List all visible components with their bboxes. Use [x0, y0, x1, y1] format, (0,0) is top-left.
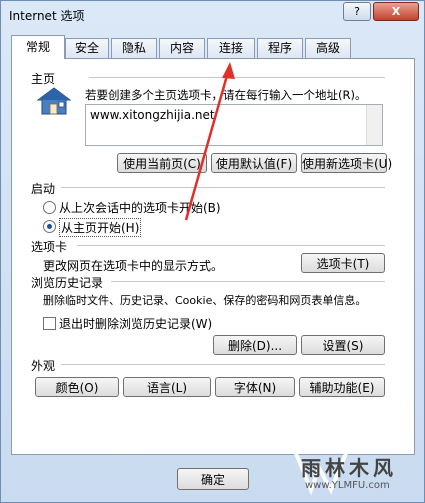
internet-options-window: Internet 选项 ? X 常规 安全 隐私 内容 连接 程序 高级 主页 … [0, 0, 425, 503]
home-section-title: 主页 [31, 72, 56, 86]
ok-button[interactable]: 确定 [177, 468, 249, 490]
history-settings-button[interactable]: 设置(S) [301, 335, 385, 355]
tab-content[interactable]: 内容 [159, 38, 205, 58]
startup-home-page-label: 从主页开始(H) [59, 218, 142, 237]
use-new-tab-button[interactable]: 使用新选项卡(U) [301, 153, 392, 173]
use-current-button[interactable]: 使用当前页(C) [117, 153, 207, 173]
tabs-section-title: 选项卡 [31, 240, 68, 254]
home-url-value: www.xitongzhijia.net [90, 108, 215, 122]
watermark-url: www.YLMFU.com [305, 480, 390, 491]
tab-connections[interactable]: 连接 [207, 38, 255, 58]
tabs-settings-button[interactable]: 选项卡(T) [301, 253, 385, 273]
tab-advanced[interactable]: 高级 [305, 38, 351, 58]
home-description: 若要创建多个主页选项卡，请在每行输入一个地址(R)。 [85, 88, 367, 102]
appearance-section-title: 外观 [31, 359, 56, 373]
window-title: Internet 选项 [9, 9, 85, 23]
tab-general[interactable]: 常规 [11, 35, 65, 59]
delete-on-exit-checkbox[interactable] [43, 317, 56, 330]
languages-button[interactable]: 语言(L) [123, 377, 211, 397]
watermark: 雨林木风 www.YLMFU.com [289, 438, 419, 498]
history-section-title: 浏览历史记录 [31, 276, 104, 290]
delete-history-button[interactable]: 删除(D)... [213, 335, 297, 355]
startup-section-title: 启动 [31, 182, 56, 196]
title-bar: Internet 选项 ? X [1, 1, 424, 29]
home-icon [37, 87, 71, 115]
fonts-button[interactable]: 字体(N) [215, 377, 295, 397]
startup-divider [61, 187, 385, 188]
home-url-textarea[interactable]: www.xitongzhijia.net [85, 104, 383, 146]
tab-programs[interactable]: 程序 [257, 38, 303, 58]
startup-last-session-radio[interactable] [43, 201, 56, 214]
tab-security[interactable]: 安全 [65, 38, 109, 58]
tabs-description: 更改网页在选项卡中的显示方式。 [43, 259, 224, 273]
appearance-divider [61, 364, 385, 365]
close-button[interactable]: X [373, 2, 419, 21]
tab-privacy[interactable]: 隐私 [111, 38, 157, 58]
startup-last-session-label: 从上次会话中的选项卡开始(B) [59, 201, 221, 215]
use-default-button[interactable]: 使用默认值(F) [211, 153, 297, 173]
history-description: 删除临时文件、历史记录、Cookie、保存的密码和网页表单信息。 [43, 294, 367, 307]
home-divider [89, 77, 385, 78]
watermark-brand: 雨林木风 [301, 456, 397, 480]
help-button[interactable]: ? [343, 2, 371, 21]
home-url-scrollbar[interactable] [366, 105, 382, 145]
accessibility-button[interactable]: 辅助功能(E) [299, 377, 385, 397]
colors-button[interactable]: 颜色(O) [35, 377, 119, 397]
startup-home-page-radio[interactable] [43, 220, 56, 233]
tabs-divider [77, 245, 385, 246]
delete-on-exit-label: 退出时删除浏览历史记录(W) [59, 317, 213, 331]
history-divider [111, 281, 385, 282]
